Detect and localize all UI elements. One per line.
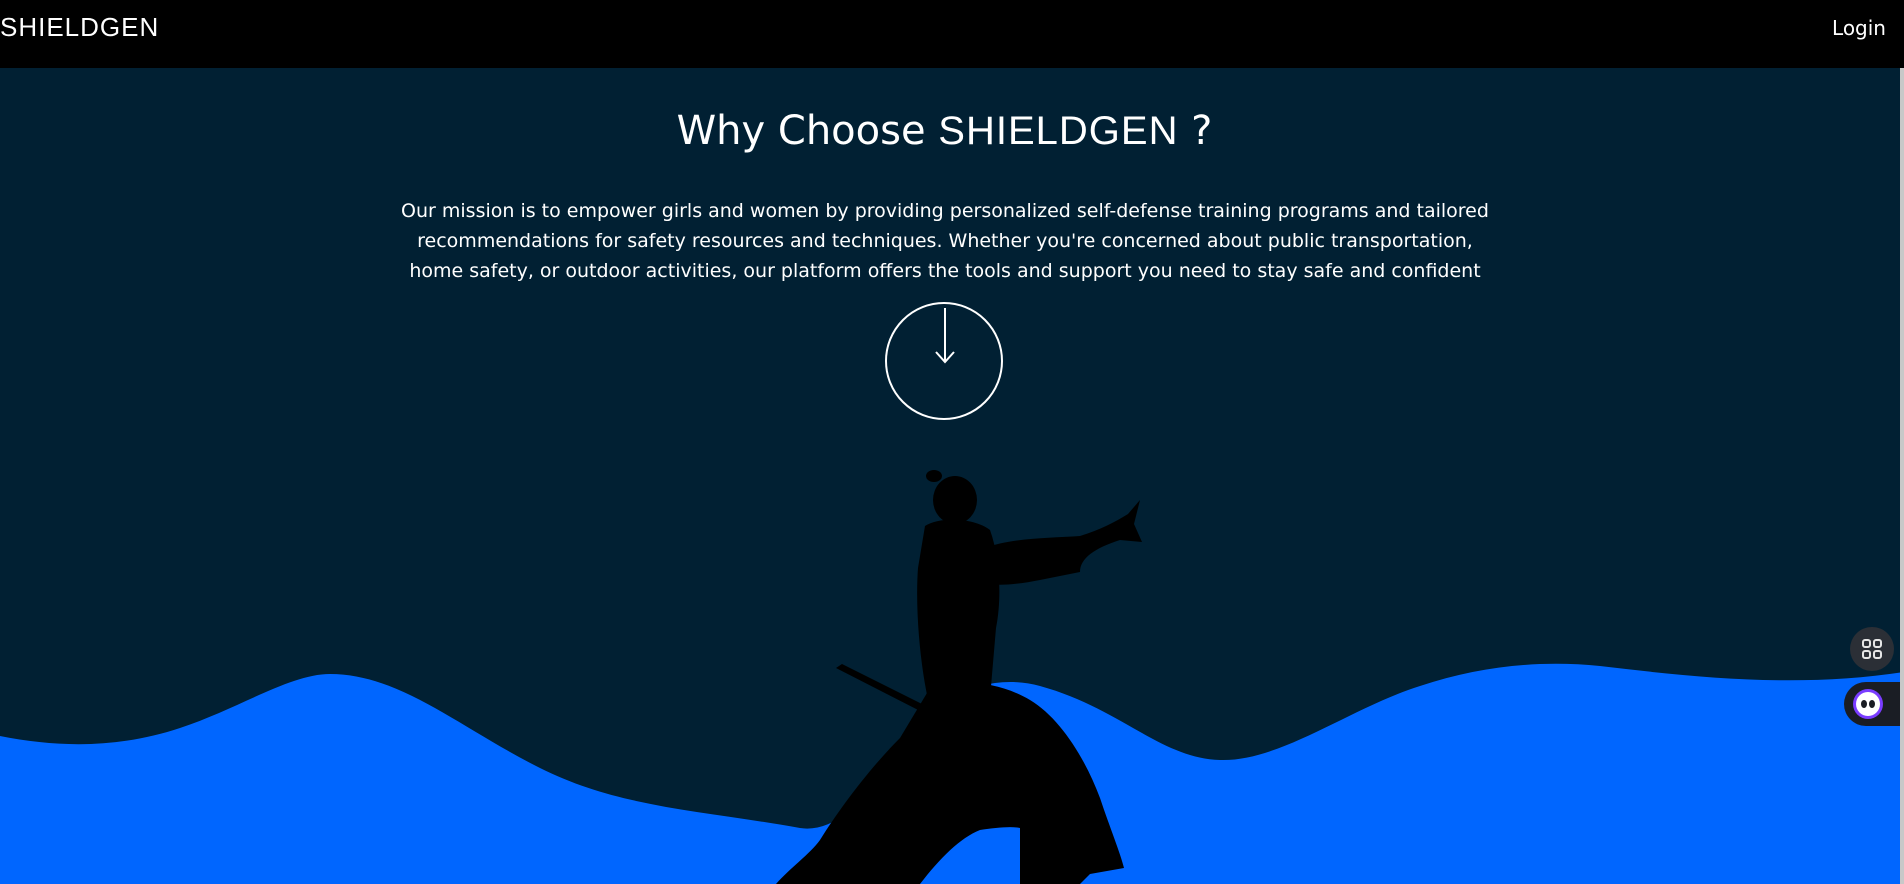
assistant-icon bbox=[1853, 689, 1883, 719]
grid-icon bbox=[1862, 639, 1882, 659]
navbar: SHIELDGEN Login bbox=[0, 0, 1904, 68]
title-suffix: ? bbox=[1191, 108, 1213, 154]
scrollbar[interactable] bbox=[1900, 68, 1904, 884]
title-prefix: Why Choose bbox=[676, 108, 926, 154]
martial-artist-silhouette bbox=[776, 470, 1142, 884]
title-brand: SHIELDGEN bbox=[938, 109, 1179, 153]
mission-text: Our mission is to empower girls and wome… bbox=[401, 200, 1489, 282]
scroll-down-button[interactable] bbox=[885, 302, 1003, 420]
brand-logo[interactable]: SHIELDGEN bbox=[0, 12, 159, 43]
wave-background bbox=[0, 470, 1904, 884]
arrow-down-icon bbox=[935, 308, 955, 364]
page-title: Why Choose SHIELDGEN ? bbox=[0, 108, 1889, 154]
grid-menu-button[interactable] bbox=[1850, 627, 1894, 671]
login-link[interactable]: Login bbox=[1832, 16, 1886, 40]
assistant-button[interactable] bbox=[1844, 682, 1904, 726]
hero-section: Why Choose SHIELDGEN ? Our mission is to… bbox=[0, 68, 1904, 884]
